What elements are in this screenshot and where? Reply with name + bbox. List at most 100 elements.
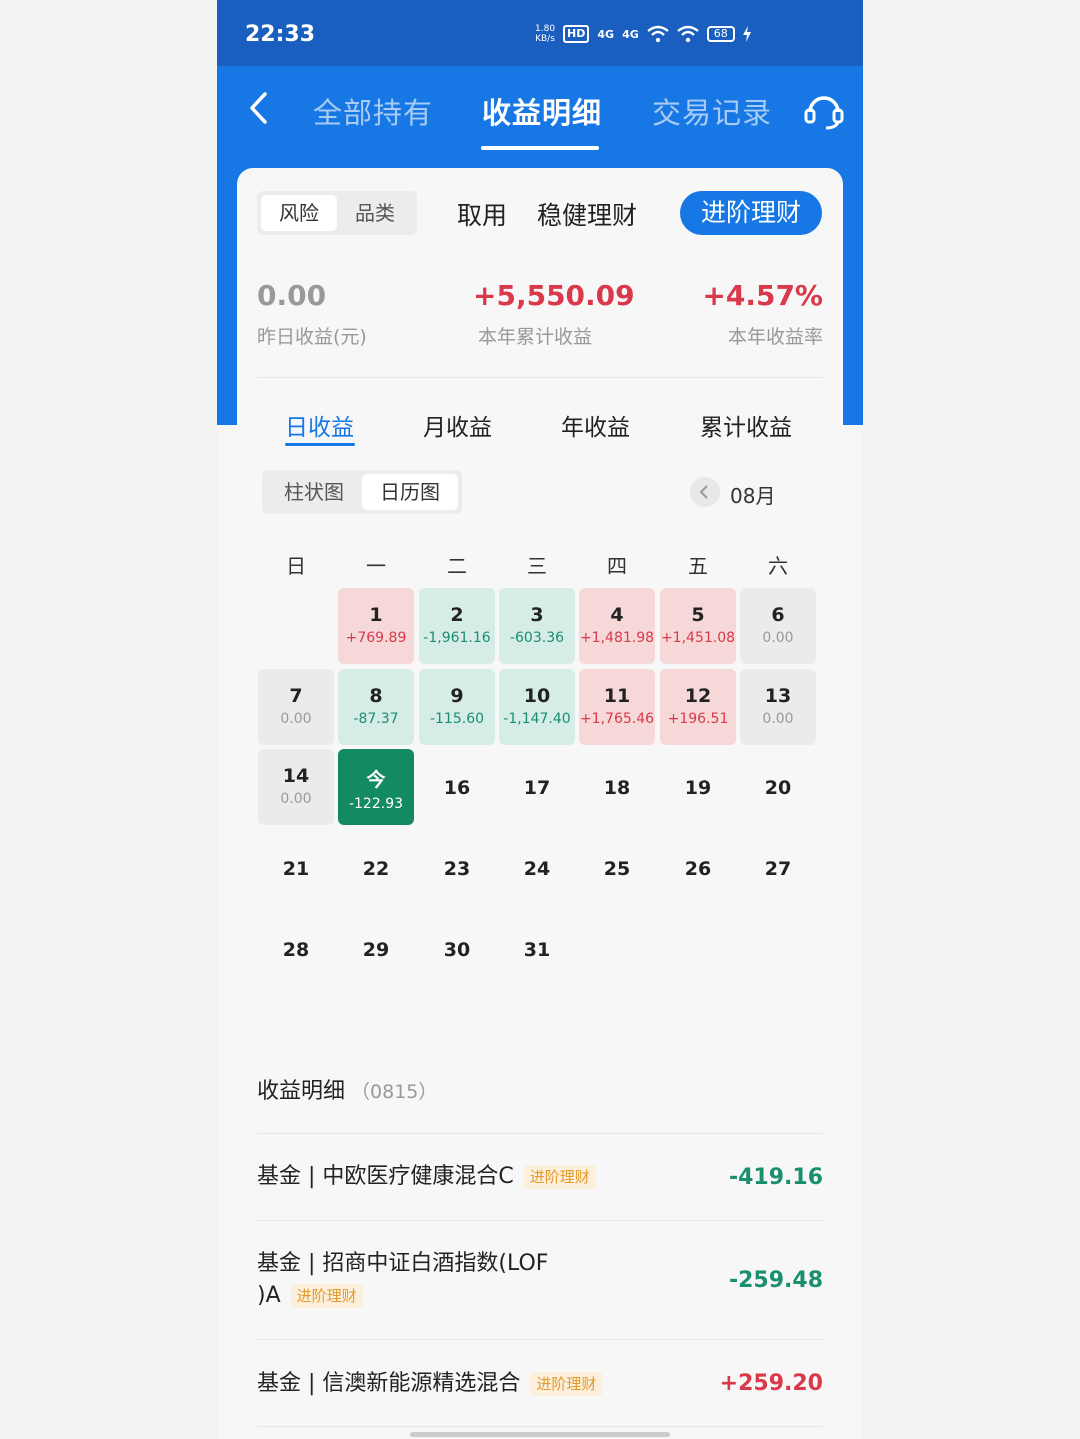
day-number: 16: [443, 777, 471, 799]
day-number: 6: [771, 604, 785, 626]
calendar-day[interactable]: 20: [740, 749, 816, 825]
prev-month-button[interactable]: [690, 477, 720, 507]
home-indicator: [410, 1432, 670, 1437]
calendar-day[interactable]: 16: [419, 749, 495, 825]
day-number: 18: [603, 777, 631, 799]
day-number: 14: [282, 765, 310, 787]
day-income: -87.37: [353, 711, 399, 727]
calendar-day[interactable]: 19: [660, 749, 736, 825]
divider: [257, 1426, 823, 1427]
calendar-day[interactable]: 21: [258, 830, 334, 906]
calendar-day[interactable]: 6 0.00: [740, 588, 816, 664]
fund-name[interactable]: 基金 | 信澳新能源精选混合 进阶理财: [257, 1368, 603, 1400]
tab-income-details[interactable]: 收益明细: [482, 90, 602, 132]
calendar-day[interactable]: 3 -603.36: [499, 588, 575, 664]
calendar-day[interactable]: 27: [740, 830, 816, 906]
phone-screen: 22:33 1.80 KB/s HD 4G 4G 68 全部持有 收益明细 交易…: [217, 0, 863, 1439]
day-number: 9: [450, 685, 464, 707]
day-number: 25: [603, 858, 631, 880]
day-number: 24: [523, 858, 551, 880]
tab-monthly-income[interactable]: 月收益: [423, 408, 492, 442]
calendar-day[interactable]: 26: [660, 830, 736, 906]
status-icons: 1.80 KB/s HD 4G 4G 68: [535, 24, 751, 44]
divider: [257, 377, 823, 378]
calendar-day[interactable]: 8 -87.37: [338, 669, 414, 745]
calendar-day[interactable]: 30: [419, 911, 495, 987]
calendar-day[interactable]: 2 -1,961.16: [419, 588, 495, 664]
battery-icon: 68: [706, 26, 735, 42]
category-tab-advanced[interactable]: 进阶理财: [680, 191, 822, 235]
fund-name[interactable]: 基金 | 中欧医疗健康混合C 进阶理财: [257, 1161, 596, 1193]
calendar-day[interactable]: 18: [579, 749, 655, 825]
day-income: -1,147.40: [503, 711, 571, 727]
status-bar: 22:33 1.80 KB/s HD 4G 4G 68: [217, 0, 863, 66]
day-income: 0.00: [280, 791, 312, 807]
tab-all-holdings[interactable]: 全部持有: [313, 90, 433, 132]
calendar-day[interactable]: 11 +1,765.46: [579, 669, 655, 745]
tab-yearly-income[interactable]: 年收益: [561, 408, 630, 442]
calendar-day[interactable]: 17: [499, 749, 575, 825]
calendar-day[interactable]: 29: [338, 911, 414, 987]
day-number: 26: [684, 858, 712, 880]
calendar-day[interactable]: 25: [579, 830, 655, 906]
day-income: -1,961.16: [423, 630, 491, 646]
status-time: 22:33: [245, 22, 316, 47]
ytd-income-label: 本年累计收益: [478, 326, 593, 348]
calendar-day[interactable]: 10 -1,147.40: [499, 669, 575, 745]
category-tab-cash[interactable]: 取用: [435, 196, 507, 232]
day-number: 23: [443, 858, 471, 880]
fund-name[interactable]: 基金 | 招商中证白酒指数(LOF )A 进阶理财: [257, 1248, 548, 1312]
calendar-day[interactable]: 4 +1,481.98: [579, 588, 655, 664]
day-number: 21: [282, 858, 310, 880]
day-number: 30: [443, 939, 471, 961]
signal-icon: 4G: [622, 27, 639, 41]
weekday-label: 三: [527, 554, 547, 578]
calendar-day[interactable]: 5 +1,451.08: [660, 588, 736, 664]
calendar-day[interactable]: 31: [499, 911, 575, 987]
weekday-label: 二: [447, 554, 467, 578]
day-number: 17: [523, 777, 551, 799]
day-income: -122.93: [348, 796, 404, 812]
tab-daily-income[interactable]: 日收益: [285, 408, 354, 442]
income-card: 风险 品类 取用 稳健理财 进阶理财 0.00 昨日收益(元) +5,550.0…: [237, 168, 843, 1439]
category-tab-stable[interactable]: 稳健理财: [537, 196, 637, 232]
details-title: 收益明细 （0815）: [257, 1079, 438, 1104]
day-income: 0.00: [280, 711, 312, 727]
calendar-day[interactable]: 28: [258, 911, 334, 987]
top-nav: 全部持有 收益明细 交易记录: [217, 66, 863, 156]
net-speed: 1.80 KB/s: [535, 24, 556, 44]
day-income: -115.60: [429, 711, 485, 727]
customer-service-icon[interactable]: [802, 88, 846, 132]
fund-income-value: -259.48: [728, 1268, 823, 1293]
view-calendar[interactable]: 日历图: [362, 474, 458, 510]
day-number: 19: [684, 777, 712, 799]
segment-risk[interactable]: 风险: [261, 195, 337, 231]
calendar-day-today[interactable]: 今 -122.93: [338, 749, 414, 825]
calendar-day[interactable]: 22: [338, 830, 414, 906]
day-number: 4: [610, 604, 624, 626]
calendar-day[interactable]: 23: [419, 830, 495, 906]
calendar-day[interactable]: 13 0.00: [740, 669, 816, 745]
tab-trade-records[interactable]: 交易记录: [652, 90, 772, 132]
view-bar-chart[interactable]: 柱状图: [266, 474, 362, 510]
segment-category[interactable]: 品类: [337, 195, 413, 231]
fund-income-value: -419.16: [728, 1165, 823, 1190]
calendar-day[interactable]: 24: [499, 830, 575, 906]
tab-cumulative-income[interactable]: 累计收益: [700, 408, 792, 442]
day-number: 8: [369, 685, 383, 707]
calendar-day[interactable]: 7 0.00: [258, 669, 334, 745]
calendar-day[interactable]: 1 +769.89: [338, 588, 414, 664]
day-income: +196.51: [667, 711, 729, 727]
day-number: 1: [369, 604, 383, 626]
calendar-day[interactable]: 14 0.00: [258, 749, 334, 825]
back-arrow-icon[interactable]: [245, 88, 271, 128]
calendar-day[interactable]: 12 +196.51: [660, 669, 736, 745]
details-date-code: （0815）: [351, 1081, 438, 1103]
day-number: 10: [523, 685, 551, 707]
day-number: 28: [282, 939, 310, 961]
day-number: 27: [764, 858, 792, 880]
risk-category-toggle: 风险 品类: [257, 191, 417, 235]
calendar-day[interactable]: 9 -115.60: [419, 669, 495, 745]
period-tab-indicator: [285, 443, 355, 446]
fund-tag: 进阶理财: [530, 1372, 603, 1396]
